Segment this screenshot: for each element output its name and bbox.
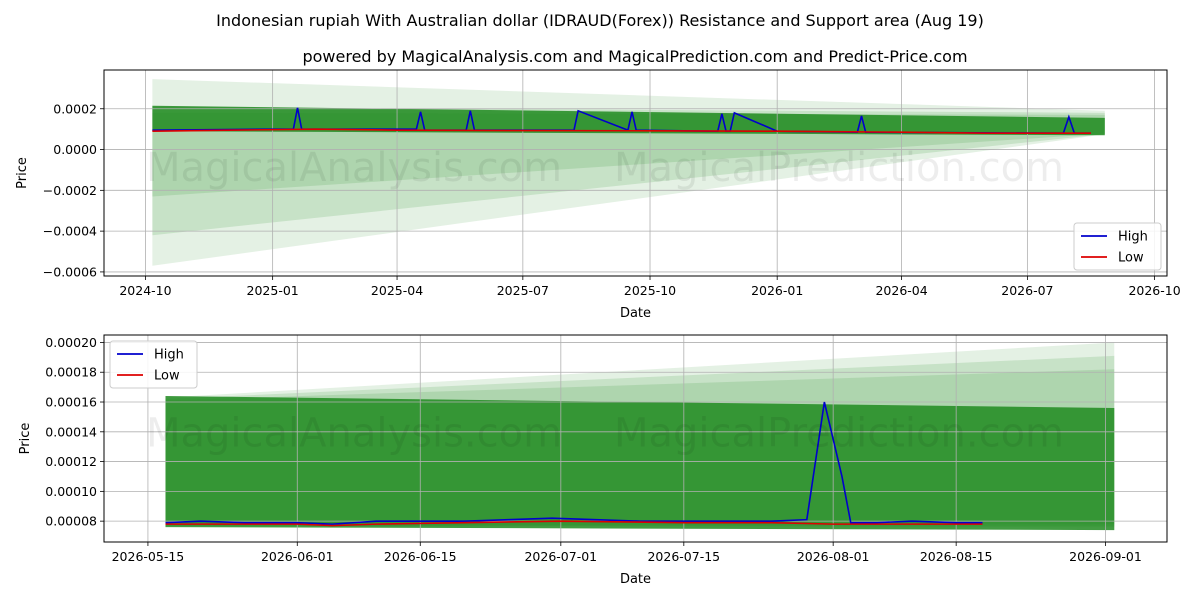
y-tick-label: 0.00018 (45, 365, 97, 380)
chart-panel-2: MagicalAnalysis.com MagicalPrediction.com… (18, 334, 1168, 587)
x-tick-label: 2025-07 (497, 283, 549, 298)
x-tick-label: 2025-10 (624, 283, 676, 298)
y-tick-label: 0.00012 (45, 454, 97, 469)
x-tick-label: 2026-01 (751, 283, 803, 298)
y-tick-label: −0.0002 (43, 183, 97, 198)
legend-label-low: Low (154, 369, 180, 384)
y-tick-label: 0.0002 (53, 101, 97, 116)
x-tick-label: 2026-08-01 (797, 549, 870, 564)
chart-figure: Indonesian rupiah With Australian dollar… (0, 0, 1200, 600)
legend-label-high: High (154, 348, 184, 363)
x-tick-label: 2026-06-15 (384, 549, 457, 564)
y-tick-label: 0.00010 (45, 484, 97, 499)
watermark-text: MagicalPrediction.com (614, 410, 1064, 456)
y-axis-label: Price (15, 157, 30, 189)
legend-label-high: High (1118, 230, 1148, 245)
x-tick-label: 2025-04 (371, 283, 423, 298)
x-tick-label: 2026-08-15 (920, 549, 993, 564)
chart-title: Indonesian rupiah With Australian dollar… (216, 11, 984, 30)
chart-panel-1: MagicalAnalysis.com MagicalPrediction.com… (15, 69, 1181, 321)
y-tick-label: 0.00020 (45, 335, 97, 350)
x-axis-label: Date (620, 306, 651, 321)
y-tick-label: −0.0004 (43, 224, 97, 239)
y-tick-label: −0.0006 (43, 264, 97, 279)
x-tick-label: 2026-04 (875, 283, 927, 298)
chart-subtitle: powered by MagicalAnalysis.com and Magic… (302, 47, 967, 66)
chart-svg: Indonesian rupiah With Australian dollar… (15, 11, 1181, 587)
y-tick-label: 0.0000 (53, 142, 97, 157)
x-tick-label: 2024-10 (119, 283, 171, 298)
x-tick-label: 2026-09-01 (1069, 549, 1142, 564)
x-axis-label: Date (620, 572, 651, 587)
y-tick-label: 0.00014 (45, 424, 97, 439)
x-tick-label: 2026-10 (1128, 283, 1180, 298)
watermark-text: MagicalPrediction.com (614, 145, 1064, 191)
y-axis-label: Price (18, 423, 33, 455)
x-tick-label: 2026-07-15 (647, 549, 720, 564)
y-tick-label: 0.00008 (45, 514, 97, 529)
watermark-text: MagicalAnalysis.com (146, 410, 562, 456)
chart-legend: High Low (1073, 222, 1162, 271)
legend-label-low: Low (1118, 251, 1144, 266)
x-tick-label: 2026-06-01 (261, 549, 334, 564)
watermark-text: MagicalAnalysis.com (146, 145, 562, 191)
x-tick-label: 2026-07-01 (524, 549, 597, 564)
y-tick-label: 0.00016 (45, 395, 97, 410)
chart-legend: High Low (109, 340, 198, 389)
x-tick-label: 2026-05-15 (112, 549, 185, 564)
x-tick-label: 2025-01 (247, 283, 299, 298)
x-tick-label: 2026-07 (1001, 283, 1053, 298)
